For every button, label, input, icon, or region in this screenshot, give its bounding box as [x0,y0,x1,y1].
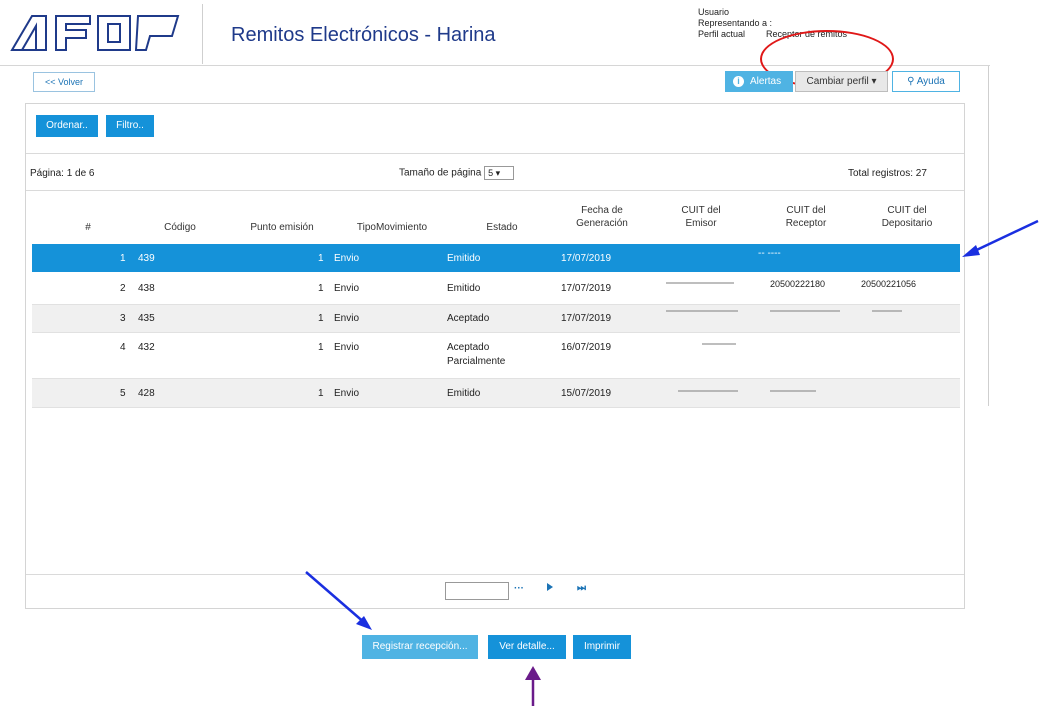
filter-button[interactable]: Filtro.. [106,115,154,137]
row-receptor: 20500222180 [770,279,826,289]
usuario-label: Usuario [698,7,730,17]
last-page-icon[interactable]: ⏭ [577,583,586,594]
representando-label: Representando a : [698,18,773,28]
page-title: Remitos Electrónicos - Harina [231,24,496,46]
redacted-text [666,282,734,284]
afip-logo [10,15,180,51]
help-button[interactable]: ⚲ Ayuda [892,71,960,92]
col-header-codigo[interactable]: Código [150,221,210,234]
col-header-cuit-emisor[interactable]: CUIT del Emisor [665,204,737,230]
info-icon: i [733,76,744,87]
row-estado: Emitido [447,283,481,294]
row-codigo: 432 [138,342,155,353]
top-toolbar: << Volver i Alertas Cambiar perfil ▾ ⚲ Ay… [0,66,990,106]
row-fecha: 17/07/2019 [561,253,612,264]
view-detail-button[interactable]: Ver detalle... [488,635,566,659]
divider [26,153,964,154]
app-header: Remitos Electrónicos - Harina Usuario Re… [0,0,990,88]
back-button[interactable]: << Volver [33,72,95,92]
row-tipo: Envio [334,253,360,264]
table-row[interactable]: 1 439 1 Envio Emitido 17/07/2019 -- ---- [32,244,960,272]
row-estado: Aceptado [447,313,490,324]
row-estado: Emitido [447,388,481,399]
annotation-arrow-row [962,219,1039,257]
col-header-fecha[interactable]: Fecha de Generación [562,204,642,230]
row-fecha: 15/07/2019 [561,388,612,399]
row-fecha: 16/07/2019 [561,342,612,353]
change-profile-button[interactable]: Cambiar perfil ▾ [795,71,888,92]
row-codigo: 438 [138,283,155,294]
help-label: Ayuda [916,76,945,87]
row-punto: 1 [318,313,324,324]
col-header-number[interactable]: # [78,221,98,234]
header-divider [202,4,203,64]
table-row[interactable]: 2 438 1 Envio Emitido 17/07/2019 2050022… [32,272,960,304]
redacted-text [770,310,840,312]
total-records: Total registros: 27 [848,168,927,179]
row-tipo: Envio [334,388,360,399]
row-number: 5 [120,388,126,399]
row-codigo: 435 [138,313,155,324]
row-number: 3 [120,313,126,324]
row-punto: 1 [318,283,324,294]
table-row[interactable]: 5 428 1 Envio Emitido 15/07/2019 [32,379,960,407]
col-header-punto-emision[interactable]: Punto emisión [232,221,332,234]
col-header-cuit-depositario[interactable]: CUIT del Depositario [866,204,948,230]
row-tipo: Envio [334,342,360,353]
row-punto: 1 [318,253,324,264]
row-fecha: 17/07/2019 [561,313,612,324]
redacted-text [770,390,816,392]
row-codigo: 439 [138,253,155,264]
row-number: 4 [120,342,126,353]
user-info: Usuario Representando a : Perfil actual … [698,7,847,40]
perfil-label: Perfil actual [698,29,746,39]
row-estado: Aceptado Parcialmente [447,342,506,367]
annotation-arrow-register [305,571,372,630]
divider [26,190,964,191]
row-number: 2 [120,283,126,294]
row-receptor: -- ---- [758,248,781,259]
row-number: 1 [120,253,126,264]
row-tipo: Envio [334,313,360,324]
row-tipo: Envio [334,283,360,294]
sort-button[interactable]: Ordenar.. [36,115,98,137]
redacted-text [666,310,738,312]
row-punto: 1 [318,388,324,399]
register-reception-button[interactable]: Registrar recepción... [362,635,478,659]
row-fecha: 17/07/2019 [561,283,612,294]
alerts-button[interactable]: i Alertas [725,71,793,92]
table-row[interactable]: 4 432 1 Envio Aceptado Parcialmente 16/0… [32,333,960,378]
page-size-select[interactable]: 5 ▾ [484,166,515,180]
page-number-input[interactable] [445,582,509,600]
row-punto: 1 [318,342,324,353]
row-codigo: 428 [138,388,155,399]
divider [26,574,964,575]
redacted-text [872,310,902,312]
col-header-cuit-receptor[interactable]: CUIT del Receptor [770,204,842,230]
alerts-label: Alertas [750,76,782,87]
table-row[interactable]: 3 435 1 Envio Aceptado 17/07/2019 [32,305,960,332]
annotation-arrow-detail [525,666,541,706]
page-indicator: Página: 1 de 6 [30,168,95,179]
page-size-control: Tamaño de página 5 ▾ [399,166,515,180]
print-button[interactable]: Imprimir [573,635,631,659]
next-page-icon[interactable] [547,583,553,591]
redacted-text [702,343,736,345]
page-size-label: Tamaño de página [399,167,482,179]
col-header-tipo-movimiento[interactable]: TipoMovimiento [338,221,446,234]
redacted-text [678,390,738,392]
row-divider [32,407,960,408]
col-header-estado[interactable]: Estado [472,221,532,234]
row-depositario: 20500221056 [861,279,917,289]
search-icon: ⚲ [907,76,915,87]
row-estado: Emitido [447,253,481,264]
more-pages-button[interactable]: ··· [514,583,524,594]
